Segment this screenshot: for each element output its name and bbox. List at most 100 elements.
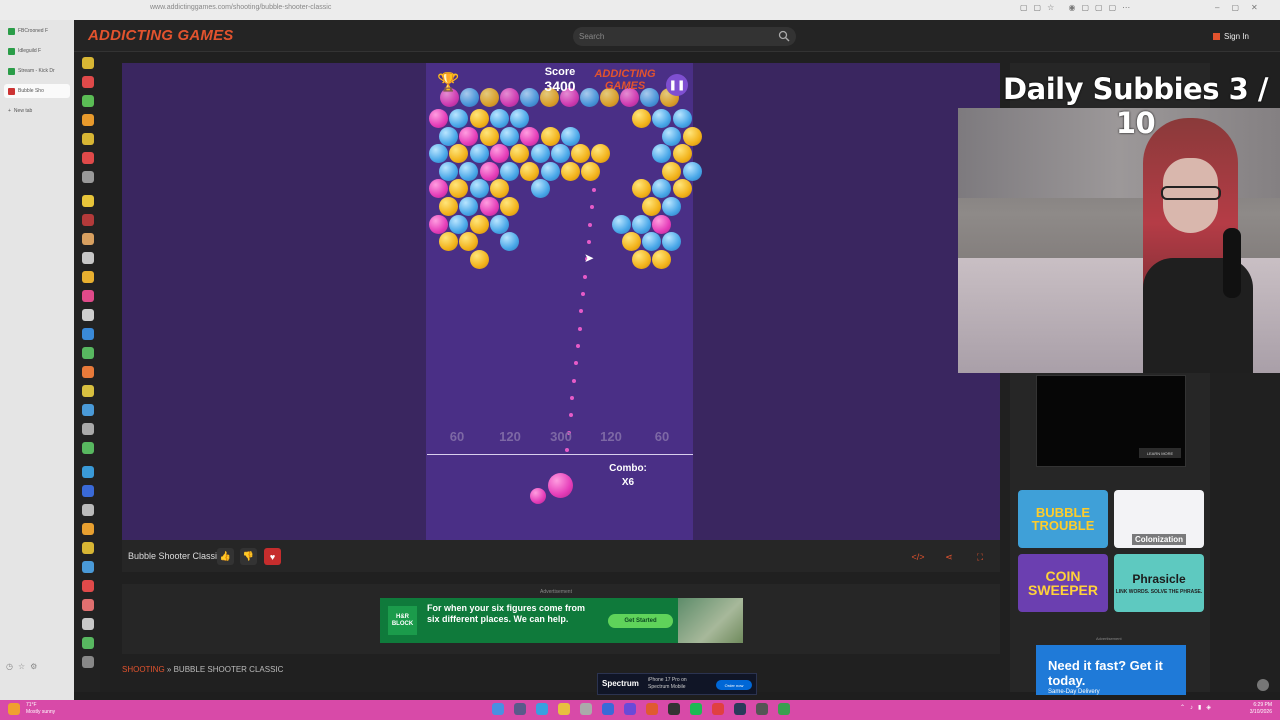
category-icon[interactable] (82, 580, 94, 592)
dislike-button[interactable]: 👎 (240, 548, 257, 565)
bubble (540, 161, 560, 181)
category-icon[interactable] (82, 523, 94, 535)
category-icon[interactable] (82, 637, 94, 649)
clock[interactable]: 6:29 PM 3/10/2026 (1236, 702, 1272, 716)
category-icon[interactable] (82, 271, 94, 283)
spectrum-ad-text: iPhone 17 Pro on Spectrum Mobile (648, 677, 687, 690)
related-game-colonization[interactable]: Colonization (1114, 490, 1204, 548)
app-icon[interactable] (624, 703, 636, 715)
taskbar-search-icon[interactable] (514, 703, 526, 715)
obs-icon[interactable] (668, 703, 680, 715)
category-icon[interactable] (82, 290, 94, 302)
store-icon[interactable] (580, 703, 592, 715)
side-ad[interactable]: Need it fast? Get it today. Same-Day Del… (1036, 645, 1186, 695)
category-icon[interactable] (82, 542, 94, 554)
breadcrumb-category[interactable]: SHOOTING (122, 665, 165, 674)
search-box[interactable] (573, 27, 796, 46)
category-icon[interactable] (82, 561, 94, 573)
app-icon[interactable] (602, 703, 614, 715)
video-ad[interactable]: LEARN MORE (1036, 375, 1186, 467)
window-controls[interactable]: –▢✕ (1215, 3, 1270, 12)
category-icon[interactable] (82, 171, 94, 183)
search-input[interactable] (579, 30, 759, 43)
bubble (439, 197, 459, 216)
sign-in-button[interactable]: Sign In (1213, 28, 1249, 44)
file-explorer-icon[interactable] (558, 703, 570, 715)
scroll-indicator[interactable] (1257, 679, 1269, 691)
weather-temperature[interactable]: 71°F (26, 702, 37, 708)
bubble (672, 179, 692, 199)
ad-cta-button[interactable]: Get Started (608, 614, 673, 628)
category-icon[interactable] (82, 466, 94, 478)
bubble (439, 161, 459, 181)
tab-item[interactable]: Stream - Kick Dr (4, 64, 70, 78)
tab-strip-bottom-icons[interactable]: ◷☆⚙ (6, 662, 66, 671)
firefox-icon[interactable] (646, 703, 658, 715)
favorite-button[interactable]: ♥ (264, 548, 281, 565)
edge-icon[interactable] (536, 703, 548, 715)
category-icon[interactable] (82, 656, 94, 668)
tab-favicon-icon (8, 47, 15, 55)
spectrum-ad[interactable]: Spectrum iPhone 17 Pro on Spectrum Mobil… (597, 673, 757, 695)
category-icon[interactable] (82, 385, 94, 397)
system-tray-icons[interactable]: ⌃♪▮◈ (1180, 704, 1216, 711)
category-icon[interactable] (82, 404, 94, 416)
site-logo[interactable]: ADDICTING GAMES (88, 27, 234, 44)
pause-button[interactable]: ❚❚ (666, 74, 688, 96)
related-game-coin-sweeper[interactable]: COIN SWEEPER (1018, 554, 1108, 612)
aim-dot (592, 188, 596, 192)
category-icon[interactable] (82, 133, 94, 145)
breadcrumb-separator: » (166, 665, 172, 674)
share-button[interactable]: ⋖ (941, 549, 957, 565)
share-icon: ⋖ (945, 551, 953, 562)
tab-item[interactable]: Idleguild F (4, 44, 70, 58)
steam-icon[interactable] (734, 703, 746, 715)
bubble (540, 126, 560, 146)
bubble (479, 126, 499, 146)
related-game-bubble-trouble[interactable]: BUBBLE TROUBLE (1018, 490, 1108, 548)
address-bar[interactable]: www.addictinggames.com/shooting/bubble-s… (150, 4, 331, 11)
search-icon[interactable] (778, 30, 790, 42)
category-icon[interactable] (82, 57, 94, 69)
fullscreen-button[interactable]: ⛶ (972, 549, 988, 565)
category-icon[interactable] (82, 152, 94, 164)
category-icon[interactable] (82, 599, 94, 611)
category-icon[interactable] (82, 233, 94, 245)
category-icon[interactable] (82, 309, 94, 321)
category-icon[interactable] (82, 423, 94, 435)
category-icon[interactable] (82, 195, 94, 207)
chrome-icon[interactable] (712, 703, 724, 715)
new-tab-button[interactable]: + New tab (4, 104, 70, 118)
tab-item[interactable]: FBCrooned F (4, 24, 70, 38)
shooter-bubble[interactable] (548, 473, 573, 498)
bubble (560, 161, 580, 181)
category-icon[interactable] (82, 347, 94, 359)
category-icon[interactable] (82, 214, 94, 226)
spotify-icon[interactable] (690, 703, 702, 715)
like-button[interactable]: 👍 (217, 548, 234, 565)
browser-toolbar-icons[interactable]: ▢▢☆ ◉▢▢▢⋯ (1020, 3, 1136, 12)
category-icon[interactable] (82, 328, 94, 340)
category-icon[interactable] (82, 76, 94, 88)
weather-icon[interactable] (8, 703, 20, 715)
hrblock-ad[interactable]: H&R BLOCK For when your six figures come… (380, 598, 743, 643)
streamer-glasses (1161, 186, 1221, 200)
spectrum-cta-button[interactable]: Order now (716, 680, 752, 690)
category-icon[interactable] (82, 442, 94, 454)
category-icon[interactable] (82, 114, 94, 126)
category-icon[interactable] (82, 504, 94, 516)
tab-item-active[interactable]: Bubble Sho (4, 84, 70, 98)
xbox-icon[interactable] (778, 703, 790, 715)
start-icon[interactable] (492, 703, 504, 715)
embed-button[interactable]: </> (910, 549, 926, 565)
learn-more-button[interactable]: LEARN MORE (1139, 448, 1181, 458)
category-icon[interactable] (82, 618, 94, 630)
category-icon[interactable] (82, 95, 94, 107)
related-game-phrasicle[interactable]: Phrasicle LINK WORDS. SOLVE THE PHRASE. (1114, 554, 1204, 612)
category-icon[interactable] (82, 252, 94, 264)
category-icon[interactable] (82, 485, 94, 497)
aim-dot (583, 274, 587, 279)
app-icon[interactable] (756, 703, 768, 715)
category-icon[interactable] (82, 366, 94, 378)
next-bubble[interactable] (530, 488, 546, 504)
